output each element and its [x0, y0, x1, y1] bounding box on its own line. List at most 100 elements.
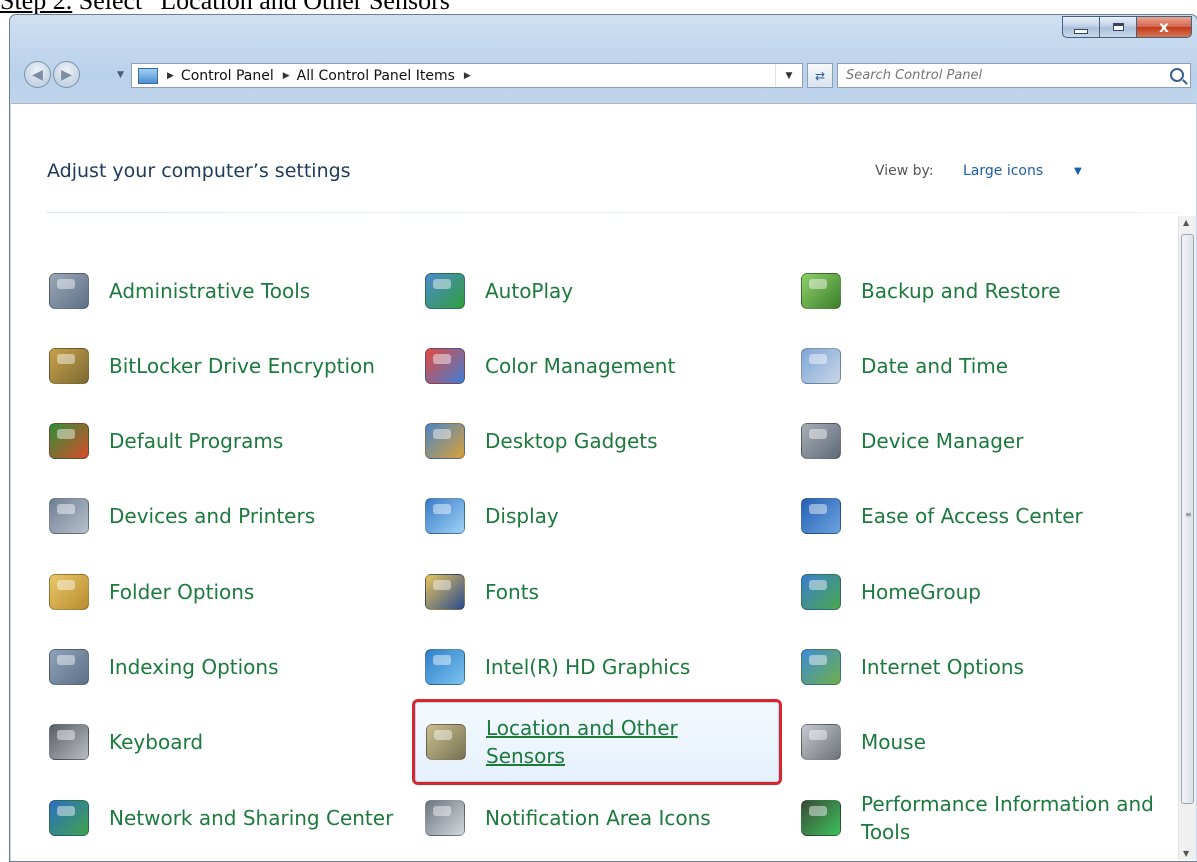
control-panel-item[interactable]: Default Programs	[45, 408, 425, 474]
item-label[interactable]: Ease of Access Center	[861, 502, 1161, 530]
breadcrumb-chevron-icon[interactable]: ▶	[283, 71, 290, 81]
view-by-caret-icon[interactable]: ▼	[1074, 166, 1082, 177]
maximize-icon	[1112, 23, 1124, 31]
control-panel-item[interactable]: Display	[421, 483, 801, 549]
item-label[interactable]: Administrative Tools	[109, 277, 409, 305]
view-by-label: View by:	[875, 163, 934, 179]
item-label[interactable]: Performance Information and Tools	[861, 790, 1161, 846]
notification-area-icon	[421, 794, 469, 842]
close-icon: x	[1159, 18, 1169, 36]
scroll-down-icon[interactable]: ▼	[1183, 849, 1189, 858]
control-panel-icon	[138, 67, 158, 84]
ease-of-access-icon	[797, 492, 845, 540]
item-label[interactable]: Default Programs	[109, 427, 409, 455]
control-panel-window: x ◀ ▶ ▼ ▶ Control Panel ▶ All Control Pa…	[9, 14, 1197, 862]
display-icon	[421, 492, 469, 540]
autoplay-icon	[421, 267, 469, 315]
fonts-icon	[421, 568, 469, 616]
control-panel-item[interactable]: Performance Information and Tools	[797, 785, 1177, 851]
header-divider	[46, 212, 1181, 213]
control-panel-item[interactable]: BitLocker Drive Encryption	[45, 333, 425, 399]
item-label[interactable]: Network and Sharing Center	[109, 804, 409, 832]
control-panel-item[interactable]: Administrative Tools	[45, 258, 425, 324]
step-text: Select “Location and Other Sensors”	[72, 0, 462, 15]
item-label[interactable]: Display	[485, 502, 785, 530]
control-panel-item[interactable]: Keyboard	[45, 709, 425, 775]
item-label[interactable]: Internet Options	[861, 653, 1161, 681]
address-bar[interactable]: ▶ Control Panel ▶ All Control Panel Item…	[131, 63, 803, 88]
vertical-scrollbar[interactable]: ▲ ≡ ▼	[1178, 216, 1196, 860]
item-label[interactable]: BitLocker Drive Encryption	[109, 352, 409, 380]
search-icon[interactable]	[1170, 68, 1184, 82]
breadcrumb-all-items[interactable]: All Control Panel Items	[297, 68, 455, 84]
control-panel-item[interactable]: Date and Time	[797, 333, 1177, 399]
item-label[interactable]: Intel(R) HD Graphics	[485, 653, 785, 681]
control-panel-item[interactable]: HomeGroup	[797, 559, 1177, 625]
item-label[interactable]: Date and Time	[861, 352, 1161, 380]
folder-options-icon	[45, 568, 93, 616]
control-panel-item[interactable]: Notification Area Icons	[421, 785, 801, 851]
control-panel-item[interactable]: Network and Sharing Center	[45, 785, 425, 851]
forward-button[interactable]: ▶	[53, 61, 80, 88]
close-button[interactable]: x	[1136, 16, 1192, 38]
item-label[interactable]: Devices and Printers	[109, 502, 409, 530]
control-panel-item[interactable]: Device Manager	[797, 408, 1177, 474]
back-button[interactable]: ◀	[24, 61, 51, 88]
item-label[interactable]: Folder Options	[109, 578, 409, 606]
item-label[interactable]: Desktop Gadgets	[485, 427, 785, 455]
recent-pages-dropdown[interactable]: ▼	[117, 70, 124, 80]
breadcrumb-chevron-icon[interactable]: ▶	[167, 71, 174, 81]
control-panel-item[interactable]: Desktop Gadgets	[421, 408, 801, 474]
control-panel-item[interactable]: Internet Options	[797, 634, 1177, 700]
control-panel-item[interactable]: Backup and Restore	[797, 258, 1177, 324]
navigation-bar: ◀ ▶ ▼ ▶ Control Panel ▶ All Control Pane…	[10, 59, 1197, 95]
maximize-button[interactable]	[1099, 16, 1137, 38]
item-label[interactable]: Indexing Options	[109, 653, 409, 681]
breadcrumb-chevron-icon[interactable]: ▶	[464, 71, 471, 81]
refresh-icon: ⇄	[814, 68, 826, 83]
performance-icon	[797, 794, 845, 842]
control-panel-item[interactable]: Indexing Options	[45, 634, 425, 700]
item-label[interactable]: Color Management	[485, 352, 785, 380]
internet-options-icon	[797, 643, 845, 691]
location-sensors-icon	[422, 718, 470, 766]
minimize-button[interactable]	[1062, 16, 1100, 38]
devices-printers-icon	[45, 492, 93, 540]
control-panel-item[interactable]: Devices and Printers	[45, 483, 425, 549]
control-panel-item[interactable]: Location and Other Sensors	[415, 702, 779, 782]
item-label[interactable]: HomeGroup	[861, 578, 1161, 606]
control-panel-item[interactable]: Intel(R) HD Graphics	[421, 634, 801, 700]
refresh-button[interactable]: ⇄	[807, 63, 833, 88]
homegroup-icon	[797, 568, 845, 616]
bitlocker-icon	[45, 342, 93, 390]
intel-graphics-icon	[421, 643, 469, 691]
window-controls: x	[1062, 16, 1192, 40]
control-panel-item[interactable]: Fonts	[421, 559, 801, 625]
item-label[interactable]: Backup and Restore	[861, 277, 1161, 305]
control-panel-item[interactable]: Folder Options	[45, 559, 425, 625]
item-label[interactable]: Notification Area Icons	[485, 804, 785, 832]
item-label[interactable]: Keyboard	[109, 728, 409, 756]
minimize-icon	[1074, 28, 1088, 34]
item-label[interactable]: Device Manager	[861, 427, 1161, 455]
control-panel-item[interactable]: Ease of Access Center	[797, 483, 1177, 549]
forward-arrow-icon: ▶	[61, 66, 72, 83]
scrollbar-thumb[interactable]: ≡	[1181, 234, 1194, 804]
item-label[interactable]: AutoPlay	[485, 277, 785, 305]
network-sharing-icon	[45, 794, 93, 842]
page-title: Adjust your computer’s settings	[47, 160, 351, 182]
view-by-dropdown[interactable]: Large icons	[963, 163, 1043, 179]
search-box[interactable]	[837, 63, 1191, 88]
control-panel-item[interactable]: AutoPlay	[421, 258, 801, 324]
control-panel-item[interactable]: Mouse	[797, 709, 1177, 775]
back-arrow-icon: ◀	[32, 66, 43, 83]
address-dropdown-icon[interactable]: ▼	[775, 64, 802, 87]
item-label[interactable]: Mouse	[861, 728, 1161, 756]
item-label[interactable]: Location and Other Sensors	[486, 714, 716, 770]
scroll-up-icon[interactable]: ▲	[1183, 218, 1189, 227]
breadcrumb-control-panel[interactable]: Control Panel	[181, 68, 274, 84]
item-label[interactable]: Fonts	[485, 578, 785, 606]
search-input[interactable]	[846, 68, 1146, 83]
control-panel-item[interactable]: Color Management	[421, 333, 801, 399]
color-management-icon	[421, 342, 469, 390]
